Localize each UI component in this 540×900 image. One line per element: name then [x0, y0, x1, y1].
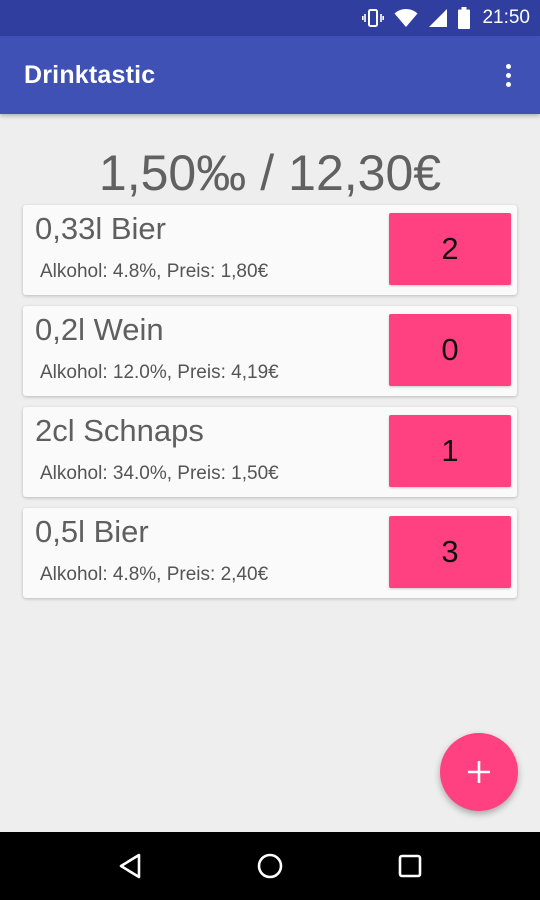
- wifi-icon: [394, 8, 418, 28]
- signal-icon: [428, 8, 448, 28]
- add-drink-button[interactable]: [440, 733, 518, 811]
- plus-icon: [468, 761, 490, 783]
- drink-card[interactable]: 2cl Schnaps Alkohol: 34.0%, Preis: 1,50€…: [23, 407, 517, 497]
- drink-name: 0,5l Bier: [35, 514, 149, 549]
- total-price: 12,30€: [288, 145, 442, 201]
- drink-count-button[interactable]: 3: [389, 516, 511, 588]
- status-time: 21:50: [482, 7, 530, 28]
- app-bar: Drinktastic: [0, 36, 540, 114]
- drink-count-button[interactable]: 2: [389, 213, 511, 285]
- drink-count-button[interactable]: 1: [389, 415, 511, 487]
- navigation-bar: [0, 832, 540, 900]
- drink-name: 0,2l Wein: [35, 312, 164, 347]
- overflow-menu-icon[interactable]: [496, 55, 520, 95]
- summary: 1,50‰ / 12,30€: [0, 140, 540, 206]
- summary-separator: /: [260, 145, 275, 201]
- drink-list: 0,33l Bier Alkohol: 4.8%, Preis: 1,80€ 2…: [23, 205, 517, 609]
- promille-value: 1,50‰: [98, 145, 247, 201]
- drink-name: 2cl Schnaps: [35, 413, 204, 448]
- recents-icon[interactable]: [380, 836, 440, 896]
- back-icon[interactable]: [100, 836, 160, 896]
- drink-card[interactable]: 0,2l Wein Alkohol: 12.0%, Preis: 4,19€ 0: [23, 306, 517, 396]
- drink-info: Alkohol: 4.8%, Preis: 1,80€: [40, 261, 269, 282]
- battery-icon: [458, 7, 471, 29]
- drink-info: Alkohol: 4.8%, Preis: 2,40€: [40, 564, 269, 585]
- vibrate-icon: [362, 8, 385, 28]
- drink-card[interactable]: 0,33l Bier Alkohol: 4.8%, Preis: 1,80€ 2: [23, 205, 517, 295]
- status-bar: 21:50: [0, 0, 540, 36]
- home-icon[interactable]: [240, 836, 300, 896]
- drink-count-button[interactable]: 0: [389, 314, 511, 386]
- drink-name: 0,33l Bier: [35, 211, 166, 246]
- app-title: Drinktastic: [24, 60, 156, 89]
- drink-info: Alkohol: 12.0%, Preis: 4,19€: [40, 362, 279, 383]
- drink-info: Alkohol: 34.0%, Preis: 1,50€: [40, 463, 279, 484]
- drink-card[interactable]: 0,5l Bier Alkohol: 4.8%, Preis: 2,40€ 3: [23, 508, 517, 598]
